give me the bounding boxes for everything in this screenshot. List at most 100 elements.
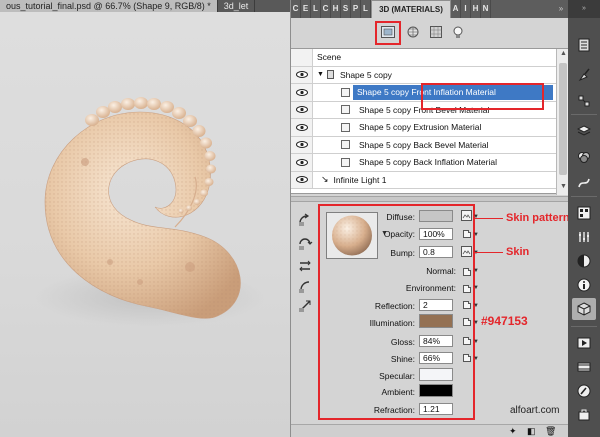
mesh-filter-icon[interactable] [403,24,423,40]
environment-folder-icon[interactable] [463,285,471,293]
material-highlight-box [421,83,544,110]
document-canvas[interactable] [0,12,290,437]
layers-icon[interactable] [572,120,596,142]
refraction-field[interactable]: 1.21 [419,403,453,415]
panel-tab-collapsed[interactable]: A [451,0,461,18]
lights-filter-icon[interactable] [448,24,468,40]
navigator-icon[interactable] [572,380,596,402]
reflection-field[interactable]: 2 [419,299,453,311]
panel-splitter[interactable] [291,196,569,202]
panel-tab-collapsed[interactable]: E [301,0,311,18]
panel-tab-strip: C E L C H S P L 3D (MATERIALS) A I H N » [291,0,569,18]
shine-label: Shine: [390,354,415,364]
tools-icon[interactable] [572,90,596,112]
chevron-down-icon[interactable]: ▼ [473,250,479,256]
normal-folder-icon[interactable] [463,268,471,276]
panel-tab-collapsed[interactable]: C [291,0,301,18]
chevron-down-icon[interactable]: ▼ [473,232,479,238]
swatches-icon[interactable] [572,202,596,224]
document-tab-active[interactable]: ous_tutorial_final.psd @ 66.7% (Shape 9,… [0,0,218,12]
brush-icon[interactable] [572,64,596,86]
scene-row-material[interactable]: Shape 5 copy Extrusion Material [291,119,556,137]
normal-label: Normal: [426,266,456,276]
ambient-color-swatch[interactable] [419,384,453,397]
scene-row-material[interactable]: Shape 5 copy Back Bevel Material [291,136,556,154]
panel-tab-collapsed[interactable]: P [351,0,361,18]
eye-icon[interactable] [291,136,313,153]
document-tab-2[interactable]: 3d_let [218,0,256,12]
bump-texture-icon[interactable] [461,246,472,257]
specular-color-swatch[interactable] [419,368,453,381]
diffuse-texture-icon[interactable] [461,210,472,221]
adjustments-icon[interactable] [572,226,596,248]
roll-material-tool-icon[interactable] [295,234,315,254]
opacity-field[interactable]: 100% [419,228,453,240]
clone-source-icon[interactable] [572,404,596,426]
material-label: Shape 5 copy Back Bevel Material [359,139,489,150]
panel-tab-collapsed[interactable]: H [331,0,341,18]
shine-folder-icon[interactable] [463,354,471,362]
panel-tab-collapsed[interactable]: L [361,0,371,18]
panel-tab-collapsed[interactable]: N [481,0,491,18]
diffuse-color-swatch[interactable] [419,210,453,222]
materials-filter-icon[interactable] [426,24,446,40]
panel-tab-collapsed[interactable]: C [321,0,331,18]
panel-tab-collapsed[interactable]: L [311,0,321,18]
disclosure-triangle-icon[interactable]: ▼ [317,71,324,78]
bump-field[interactable]: 0.8 [419,246,453,258]
chevron-down-icon[interactable]: ▼ [473,214,479,220]
rotate-material-tool-icon[interactable] [295,210,315,230]
mesh-label: Shape 5 copy [339,69,392,80]
mesh-icon [326,70,334,80]
actions-icon[interactable] [572,332,596,354]
illumination-color-swatch[interactable] [419,314,453,328]
history-icon[interactable] [572,34,596,56]
masks-icon[interactable] [572,250,596,272]
scene-filter-icon[interactable] [378,24,398,40]
drag-material-tool-icon[interactable] [295,256,315,276]
channels-icon[interactable] [572,146,596,168]
eye-icon[interactable] [291,84,313,101]
panel-collapse-button[interactable]: » [553,0,569,18]
reflection-label: Reflection: [374,301,415,311]
scene-row-material[interactable]: Shape 5 copy Back Inflation Material [291,154,556,172]
eye-icon[interactable] [291,154,313,171]
delete-icon[interactable]: 🗑 [545,426,556,437]
chevron-down-icon[interactable]: ▼ [473,303,479,309]
eye-icon[interactable] [291,66,313,83]
paths-icon[interactable] [572,172,596,194]
eye-icon[interactable] [291,171,313,188]
chevron-down-icon[interactable]: ▼ [473,320,479,326]
scene-row-header[interactable]: Scene [291,49,556,67]
scene-row-light[interactable]: ↘ Infinite Light 1 [291,171,556,189]
eye-icon[interactable] [291,101,313,118]
opacity-label: Opacity: [383,229,415,239]
render-icon[interactable]: ◧ [527,426,536,437]
illumination-folder-icon[interactable] [463,318,471,326]
new-light-icon[interactable]: ✦ [509,426,517,437]
scrollbar-thumb[interactable] [559,63,567,175]
opacity-folder-icon[interactable] [463,230,471,238]
chevron-down-icon[interactable]: ▼ [473,339,479,345]
info-icon[interactable] [572,274,596,296]
gloss-folder-icon[interactable] [463,337,471,345]
eye-icon[interactable] [291,119,313,136]
slide-material-tool-icon[interactable] [295,276,315,296]
scale-material-tool-icon[interactable] [295,296,315,316]
panel-tab-collapsed[interactable]: S [341,0,351,18]
animation-icon[interactable] [572,356,596,378]
shine-field[interactable]: 66% [419,352,453,364]
reflection-folder-icon[interactable] [463,301,471,309]
tab-3d-materials[interactable]: 3D (MATERIALS) [371,0,451,18]
material-icon [341,87,350,97]
panel-tab-collapsed[interactable]: H [471,0,481,18]
scene-label: Scene [317,52,342,63]
chevron-down-icon[interactable]: ▼ [473,268,479,274]
3d-icon[interactable] [572,298,596,320]
scene-row-mesh[interactable]: ▼ Shape 5 copy [291,66,556,84]
chevron-down-icon[interactable]: ▼ [473,285,479,291]
gloss-field[interactable]: 84% [419,335,453,347]
chevron-down-icon[interactable]: ▼ [473,356,479,362]
dock-collapse-button[interactable]: » [568,0,600,18]
panel-tab-collapsed[interactable]: I [461,0,471,18]
